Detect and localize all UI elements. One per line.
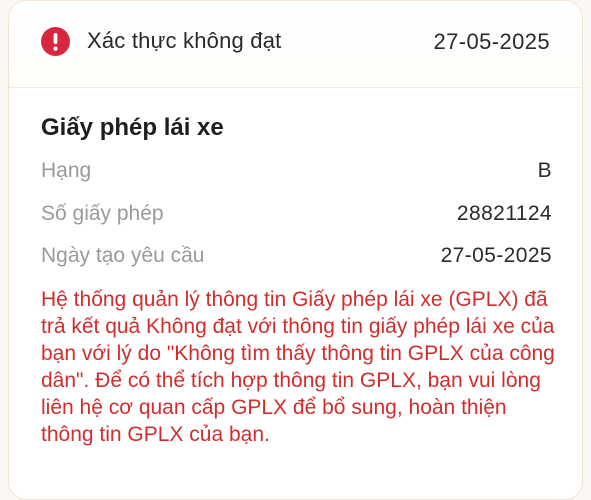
license-number-value: 28821124 (456, 202, 552, 225)
failure-reason-message: Hệ thống quản lý thông tin Giấy phép lái… (41, 288, 555, 446)
verification-status-text: Xác thực không đạt (87, 28, 282, 53)
license-number-label: Số giấy phép (41, 202, 164, 225)
info-row-class: Hạng B (41, 159, 552, 189)
license-verification-card: Xác thực không đạt 27-05-2025 Giấy phép … (8, 0, 583, 500)
verification-status-row: Xác thực không đạt 27-05-2025 (9, 1, 582, 87)
request-date-label: Ngày tạo yêu cầu (41, 244, 205, 267)
info-row-request-date: Ngày tạo yêu cầu 27-05-2025 (41, 244, 552, 274)
divider (9, 87, 582, 88)
exclamation-circle-icon (41, 27, 70, 56)
info-row-license-number: Số giấy phép 28821124 (41, 202, 552, 232)
class-value: B (537, 159, 552, 182)
request-date-value: 27-05-2025 (440, 244, 552, 267)
section-title: Giấy phép lái xe (41, 114, 224, 141)
class-label: Hạng (41, 159, 92, 182)
verification-status-date: 27-05-2025 (433, 29, 550, 54)
